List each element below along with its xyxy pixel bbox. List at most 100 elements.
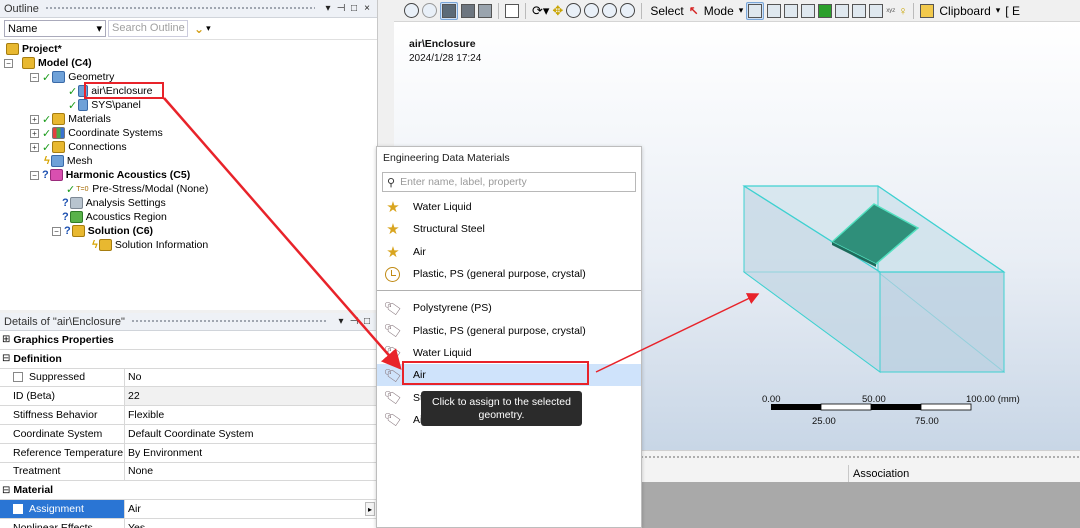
mesh-icon: [50, 155, 64, 167]
enclosure-highlight-box: [84, 82, 164, 99]
vertex-select-button[interactable]: [746, 1, 765, 20]
chevron-down-icon[interactable]: ▾: [739, 5, 744, 16]
chevron-down-icon[interactable]: ▾: [996, 5, 1001, 16]
tree-item-solution-information[interactable]: ϟ Solution Information: [92, 238, 208, 252]
lightning-icon: ϟ: [92, 239, 98, 251]
tree-item-connections[interactable]: + ✓ Connections: [30, 140, 127, 154]
material-plastic-ps[interactable]: 🏷 Plastic, PS (general purpose, crystal): [377, 319, 641, 341]
zoom-all-icon[interactable]: [620, 3, 636, 18]
face-select-icon[interactable]: [784, 3, 799, 18]
iso-view-button[interactable]: [440, 1, 458, 20]
details-title: Details of "air\Enclosure": [4, 315, 125, 328]
collapse-icon[interactable]: −: [30, 170, 39, 180]
clipboard-dropdown[interactable]: Clipboard: [937, 4, 992, 18]
xyz-icon[interactable]: ˣʸᶻ: [886, 6, 895, 16]
tree-item-project[interactable]: Project*: [6, 42, 62, 56]
project-icon: [6, 43, 19, 55]
rotate-icon[interactable]: ⟳▾: [532, 3, 549, 19]
geometry-icon: [52, 71, 66, 83]
pin-icon[interactable]: ⊣: [335, 3, 347, 14]
harmonic-icon: [49, 169, 63, 181]
close-icon[interactable]: ×: [361, 3, 373, 14]
zoom-fit-icon[interactable]: [584, 3, 600, 18]
assignment-dropdown-arrow[interactable]: ▸: [365, 502, 375, 517]
dropdown-icon[interactable]: ▾: [335, 316, 347, 327]
zoom-in-icon[interactable]: [404, 3, 419, 18]
search-outline-input[interactable]: Search Outline: [108, 20, 188, 37]
expand-icon[interactable]: +: [30, 128, 39, 138]
body-select-icon[interactable]: [505, 3, 519, 18]
tree-item-prestress[interactable]: ✓ T=0 Pre-Stress/Modal (None): [66, 182, 208, 196]
zoom-out-icon[interactable]: [422, 3, 437, 18]
scale-label-75: 75.00: [915, 416, 939, 427]
expand-icon[interactable]: +: [30, 114, 39, 124]
expand-icon[interactable]: +: [30, 142, 39, 152]
collapse-icon[interactable]: −: [52, 226, 61, 236]
name-filter-select[interactable]: Name ▾: [4, 20, 106, 37]
favorite-material-water-liquid[interactable]: ★ Water Liquid: [377, 196, 641, 218]
favorite-material-structural-steel[interactable]: ★ Structural Steel: [377, 218, 641, 240]
tag-icon: 🏷: [382, 298, 404, 318]
dropdown-icon[interactable]: ▾: [322, 3, 334, 14]
detail-row-treatment[interactable]: Treatment None: [0, 462, 377, 482]
material-polystyrene[interactable]: 🏷 Polystyrene (PS): [377, 297, 641, 319]
magnifier-icon[interactable]: [602, 3, 618, 18]
element-select-icon[interactable]: [835, 3, 850, 18]
expand-chevron-icon[interactable]: ⌄: [194, 22, 204, 36]
section-graphics-properties[interactable]: Graphics Properties: [0, 331, 377, 350]
tree-item-harmonic-acoustics[interactable]: − ? Harmonic Acoustics (C5): [30, 168, 190, 182]
check-icon: ✓: [42, 71, 52, 84]
checkbox[interactable]: [13, 372, 23, 383]
extra-toolbar-item[interactable]: [ E: [1003, 4, 1022, 18]
detail-row-coordinate-system[interactable]: Coordinate System Default Coordinate Sys…: [0, 424, 377, 444]
dropdown-small-icon[interactable]: ▾: [206, 23, 211, 34]
section-material[interactable]: Material: [0, 481, 377, 501]
element-face-icon[interactable]: [852, 3, 867, 18]
body-select-icon[interactable]: [801, 3, 816, 18]
maximize-icon[interactable]: □: [361, 316, 373, 327]
pan-icon[interactable]: ✥: [552, 3, 563, 19]
detail-row-suppressed[interactable]: Suppressed No: [0, 368, 377, 388]
maximize-icon[interactable]: □: [348, 3, 360, 14]
title-grip[interactable]: [44, 6, 315, 11]
splitter-grip[interactable]: [640, 455, 1080, 460]
check-icon: ✓: [42, 127, 52, 140]
title-grip[interactable]: [130, 319, 328, 324]
extend-icon[interactable]: [869, 3, 884, 18]
zoom-box-icon[interactable]: [566, 3, 582, 18]
detail-row-nonlinear[interactable]: Nonlinear Effects Yes: [0, 518, 377, 528]
section-definition[interactable]: Definition: [0, 349, 377, 369]
vertex-icon: [748, 3, 763, 18]
prestress-icon: T=0: [76, 185, 89, 193]
node-select-icon[interactable]: [818, 3, 833, 18]
hint-icon[interactable]: ♀: [898, 4, 907, 18]
select-button[interactable]: Select: [648, 4, 685, 18]
toolbar-separator: [525, 2, 526, 19]
tree-item-materials[interactable]: + ✓ Materials: [30, 112, 111, 126]
detail-row-stiffness[interactable]: Stiffness Behavior Flexible: [0, 406, 377, 425]
tree-item-sys-panel[interactable]: ✓ SYS\panel: [68, 98, 141, 112]
recent-material-plastic-ps[interactable]: Plastic, PS (general purpose, crystal): [377, 263, 641, 285]
tree-item-solution[interactable]: − ? Solution (C6): [52, 224, 153, 238]
scale-label-100: 100.00 (mm): [966, 394, 1020, 405]
material-search-input[interactable]: ⚲ Enter name, label, property: [382, 172, 636, 192]
cube-solid-icon[interactable]: [461, 3, 475, 18]
detail-row-reference-temperature[interactable]: Reference Temperature By Environment: [0, 443, 377, 463]
star-icon: ★: [386, 243, 400, 261]
edge-select-icon[interactable]: [767, 3, 782, 18]
pin-icon[interactable]: ⊣: [348, 316, 360, 327]
favorite-material-air[interactable]: ★ Air: [377, 241, 641, 263]
checkbox[interactable]: [13, 504, 23, 515]
association-column-header[interactable]: Association: [848, 465, 909, 483]
mode-dropdown[interactable]: Mode: [702, 4, 736, 18]
tree-item-coordinate-systems[interactable]: + ✓ Coordinate Systems: [30, 126, 163, 140]
tree-item-acoustics-region[interactable]: ? Acoustics Region: [62, 210, 167, 224]
tree-item-mesh[interactable]: ϟ Mesh: [44, 154, 93, 168]
tree-item-analysis-settings[interactable]: ? Analysis Settings: [62, 196, 166, 210]
collapse-icon[interactable]: −: [30, 72, 39, 82]
detail-row-assignment[interactable]: Assignment Air ▸: [0, 500, 377, 519]
collapse-icon[interactable]: −: [4, 58, 13, 68]
star-icon: ★: [386, 199, 400, 217]
tree-item-model[interactable]: − Model (C4): [4, 56, 92, 70]
cube-wire-icon[interactable]: [478, 3, 492, 18]
